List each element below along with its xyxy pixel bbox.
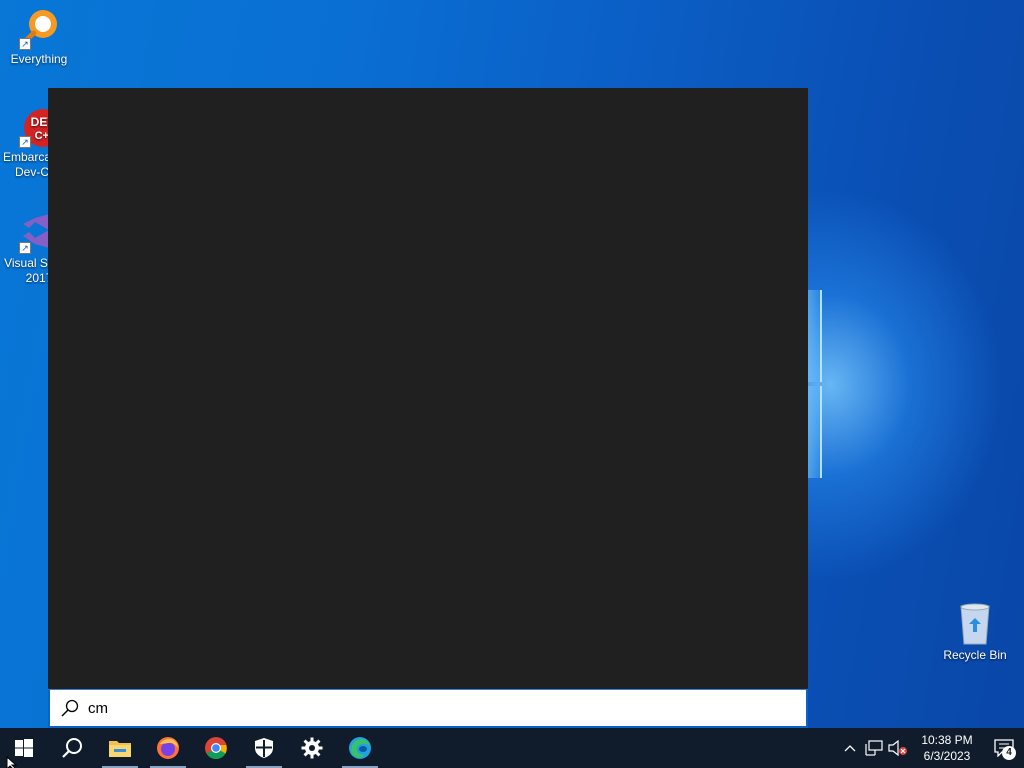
- clock-date: 6/3/2023: [923, 749, 971, 763]
- desktop-icon-label: Everything: [10, 52, 68, 66]
- desktop-icon-label: Recycle Bin: [943, 648, 1007, 662]
- windows-logo-pane-top: [808, 290, 822, 382]
- windows-start-icon: [15, 739, 33, 757]
- search-icon: [61, 699, 79, 717]
- search-results-panel: [48, 88, 808, 689]
- network-button[interactable]: [862, 728, 886, 768]
- windows-security-icon: [255, 738, 273, 758]
- taskbar-search-button[interactable]: [48, 728, 96, 768]
- search-box[interactable]: [48, 689, 808, 728]
- action-center-button[interactable]: 4: [984, 728, 1024, 768]
- search-input[interactable]: [88, 696, 688, 720]
- volume-button[interactable]: [886, 728, 910, 768]
- taskbar-firefox[interactable]: [144, 728, 192, 768]
- desktop-icon-recycle-bin[interactable]: Recycle Bin: [936, 602, 1014, 663]
- clock-time: 10:38 PM: [921, 733, 973, 747]
- everything-icon: ↗: [17, 6, 61, 50]
- chrome-icon: [205, 737, 227, 759]
- taskbar-settings[interactable]: [288, 728, 336, 768]
- settings-icon: [301, 737, 323, 759]
- shortcut-arrow-icon: ↗: [19, 136, 31, 148]
- shortcut-arrow-icon: ↗: [19, 242, 31, 254]
- firefox-icon: [157, 737, 179, 759]
- mouse-cursor-icon: [6, 756, 18, 768]
- file-explorer-icon: [109, 741, 131, 757]
- taskbar-edge[interactable]: [336, 728, 384, 768]
- chevron-up-icon: [844, 745, 856, 752]
- show-hidden-icons-button[interactable]: [838, 728, 862, 768]
- system-tray: 10:38 PM 6/3/2023 4: [838, 728, 1024, 768]
- network-icon: [865, 740, 883, 756]
- taskbar-chrome[interactable]: [192, 728, 240, 768]
- recycle-bin-icon: [953, 602, 997, 646]
- volume-muted-icon: [888, 740, 907, 756]
- taskbar: 10:38 PM 6/3/2023 4: [0, 728, 1024, 768]
- desktop-icon-everything[interactable]: ↗ Everything: [0, 6, 78, 67]
- windows-logo-pane-bottom: [808, 386, 822, 478]
- edge-icon: [349, 737, 371, 759]
- taskbar-windows-security[interactable]: [240, 728, 288, 768]
- notification-count-badge: 4: [1002, 746, 1016, 760]
- search-icon: [62, 738, 82, 758]
- clock[interactable]: 10:38 PM 6/3/2023: [910, 732, 984, 764]
- shortcut-arrow-icon: ↗: [19, 38, 31, 50]
- taskbar-file-explorer[interactable]: [96, 728, 144, 768]
